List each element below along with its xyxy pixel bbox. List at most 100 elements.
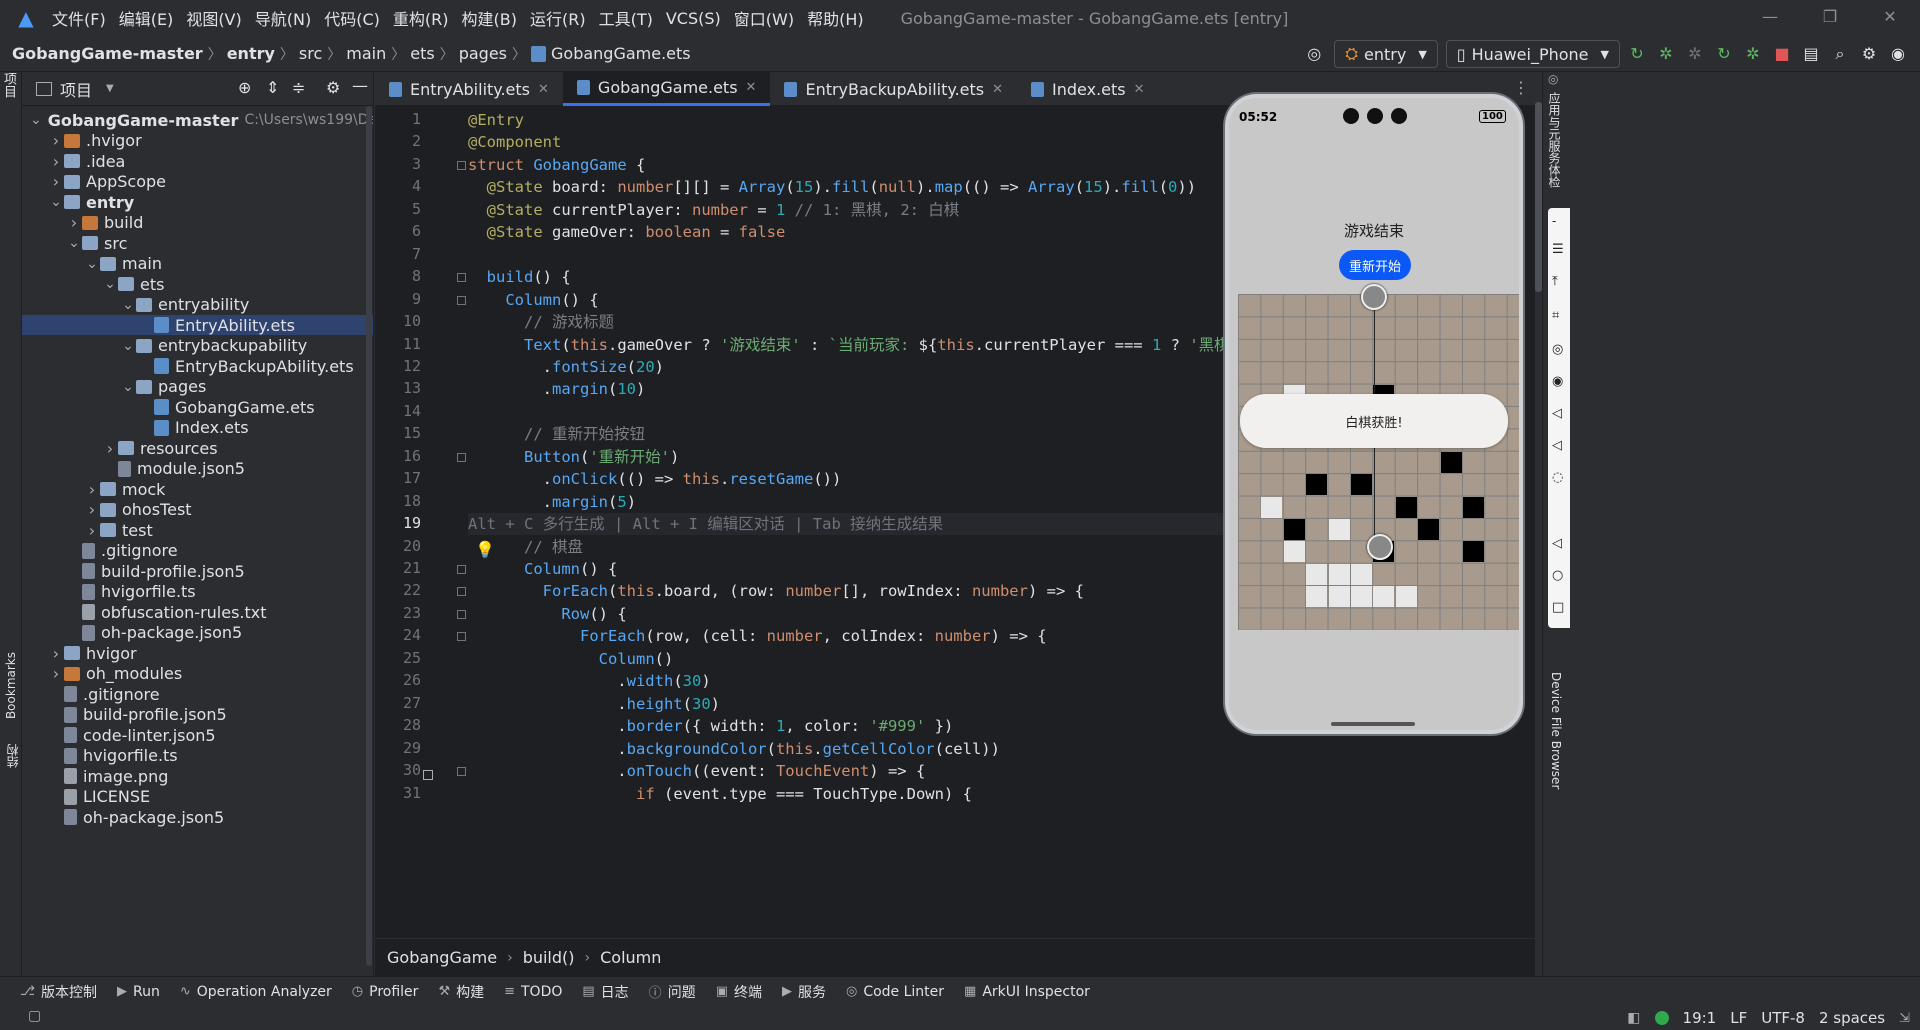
- tree-item[interactable]: code-linter.json5: [22, 725, 373, 745]
- structure-tool-button[interactable]: 结构: [4, 744, 20, 768]
- fold-marker-icon[interactable]: [457, 273, 466, 283]
- tree-item[interactable]: .gitignore: [22, 541, 373, 561]
- close-icon[interactable]: ✕: [1860, 0, 1920, 36]
- menu-item[interactable]: 运行(R): [530, 6, 586, 30]
- tool-window-button[interactable]: ∿ Operation Analyzer: [180, 984, 332, 1000]
- fold-marker-icon[interactable]: [457, 609, 466, 619]
- editor-tab[interactable]: EntryAbility.ets ✕: [375, 72, 563, 106]
- menu-item[interactable]: 导航(N): [255, 6, 311, 30]
- file-encoding[interactable]: UTF-8: [1761, 1009, 1805, 1027]
- device-file-browser-button[interactable]: Device File Browser: [1549, 672, 1563, 789]
- tree-item[interactable]: › build: [22, 213, 373, 233]
- menu-item[interactable]: 窗口(W): [734, 6, 794, 30]
- chevron-right-icon[interactable]: ›: [84, 521, 100, 540]
- tree-item[interactable]: build-profile.json5: [22, 561, 373, 581]
- close-tab-icon[interactable]: ✕: [538, 82, 549, 97]
- tool-window-button[interactable]: ⎇ 版本控制: [20, 982, 97, 1002]
- tree-item[interactable]: LICENSE: [22, 787, 373, 807]
- menu-item[interactable]: VCS(S): [666, 9, 721, 28]
- stop-icon[interactable]: ■: [1770, 42, 1794, 66]
- tree-item[interactable]: ⌄ entry: [22, 192, 373, 212]
- minimize-icon[interactable]: —: [1740, 0, 1800, 36]
- menu-icon[interactable]: ☰: [1552, 242, 1564, 257]
- chevron-down-icon[interactable]: ⌄: [66, 235, 82, 251]
- tool-window-button[interactable]: ⓘ 问题: [649, 982, 696, 1002]
- hide-panel-icon[interactable]: —: [352, 76, 368, 95]
- rerun-icon[interactable]: ↻: [1625, 42, 1649, 66]
- editor-breadcrumb-item[interactable]: build(): [523, 948, 575, 967]
- account-icon[interactable]: ◉: [1886, 42, 1910, 66]
- project-panel-title[interactable]: 项目: [60, 77, 92, 101]
- tree-item[interactable]: Index.ets: [22, 418, 373, 438]
- rotate-icon[interactable]: ◎: [1552, 342, 1563, 357]
- menu-item[interactable]: 视图(V): [186, 6, 241, 30]
- menu-item[interactable]: 文件(F): [52, 6, 106, 30]
- editor-tab[interactable]: EntryBackupAbility.ets ✕: [770, 72, 1017, 106]
- editor-tab[interactable]: GobangGame.ets ✕: [562, 72, 771, 106]
- apply-changes-icon[interactable]: ↻: [1712, 42, 1736, 66]
- tree-item[interactable]: ⌄ pages: [22, 377, 373, 397]
- drag-handle[interactable]: [1361, 284, 1387, 310]
- tree-item[interactable]: › mock: [22, 479, 373, 499]
- profile-icon[interactable]: ✲: [1741, 42, 1765, 66]
- attach-debugger-icon[interactable]: ✲: [1683, 42, 1707, 66]
- target-icon[interactable]: ◎: [1302, 42, 1326, 66]
- menu-item[interactable]: 工具(T): [599, 6, 653, 30]
- tree-item[interactable]: › AppScope: [22, 172, 373, 192]
- chevron-right-icon[interactable]: ›: [48, 131, 64, 150]
- breadcrumb-item[interactable]: entry: [227, 44, 275, 63]
- close-tab-icon[interactable]: ✕: [1134, 82, 1145, 97]
- tree-item[interactable]: › hvigor: [22, 643, 373, 663]
- tool-window-button[interactable]: ≡ TODO: [504, 984, 562, 1000]
- tree-item[interactable]: hvigorfile.ts: [22, 746, 373, 766]
- app-check-tool-button[interactable]: 应用与元服务体检: [1547, 92, 1563, 188]
- chevron-right-icon[interactable]: ›: [84, 480, 100, 499]
- tree-item[interactable]: › .idea: [22, 151, 373, 171]
- tree-item[interactable]: › ohosTest: [22, 500, 373, 520]
- tree-item[interactable]: ⌄ entryability: [22, 295, 373, 315]
- settings-gear-icon[interactable]: ⚙: [1857, 42, 1881, 66]
- breadcrumb-item[interactable]: pages: [459, 44, 507, 63]
- lightbulb-icon[interactable]: 💡: [475, 540, 495, 559]
- menu-item[interactable]: 重构(R): [393, 6, 449, 30]
- power-icon[interactable]: ◌: [1552, 470, 1563, 485]
- recents-icon[interactable]: □: [1552, 600, 1564, 615]
- module-select[interactable]: ⛭ entry ▼: [1334, 40, 1438, 68]
- tree-item[interactable]: EntryAbility.ets: [22, 315, 373, 335]
- menu-item[interactable]: 代码(C): [324, 6, 380, 30]
- readonly-icon[interactable]: ⇲: [1899, 1011, 1910, 1026]
- chevron-down-icon[interactable]: ▼: [106, 83, 114, 94]
- tree-item[interactable]: › oh_modules: [22, 664, 373, 684]
- device-manager-icon[interactable]: ▤: [1799, 42, 1823, 66]
- chevron-right-icon[interactable]: ›: [48, 172, 64, 191]
- chevron-down-icon[interactable]: ⌄: [30, 112, 42, 128]
- tree-item[interactable]: hvigorfile.ts: [22, 582, 373, 602]
- tree-item[interactable]: .gitignore: [22, 684, 373, 704]
- close-tab-icon[interactable]: ✕: [992, 82, 1003, 97]
- chevron-right-icon[interactable]: ›: [102, 439, 118, 458]
- right-stripe-icon[interactable]: ◎: [1548, 72, 1558, 86]
- fold-marker-icon[interactable]: [457, 160, 466, 170]
- chevron-down-icon[interactable]: ⌄: [120, 338, 136, 354]
- editor-breadcrumb-item[interactable]: Column: [600, 948, 661, 967]
- indent-setting[interactable]: 2 spaces: [1819, 1009, 1885, 1027]
- tree-item[interactable]: oh-package.json5: [22, 623, 373, 643]
- breadcrumb-item[interactable]: ets: [410, 44, 434, 63]
- tool-window-button[interactable]: ▶ 服务: [782, 982, 826, 1002]
- bookmarks-tool-button[interactable]: Bookmarks: [4, 652, 18, 719]
- crop-icon[interactable]: ⌗: [1552, 308, 1559, 323]
- fold-marker-icon[interactable]: [457, 767, 466, 777]
- fold-marker-icon[interactable]: [457, 565, 466, 574]
- locate-icon[interactable]: ⊕: [238, 78, 251, 97]
- editor-tab[interactable]: Index.ets ✕: [1017, 72, 1159, 106]
- minus-icon[interactable]: -: [1552, 214, 1556, 228]
- close-tab-icon[interactable]: ✕: [746, 80, 757, 95]
- layout-icon[interactable]: ▢: [28, 1008, 41, 1024]
- pin-top-icon[interactable]: ⤒: [1552, 274, 1558, 289]
- expand-all-icon[interactable]: ⇕: [266, 78, 279, 97]
- tool-window-button[interactable]: ▤ 日志: [582, 982, 628, 1002]
- tree-item[interactable]: image.png: [22, 766, 373, 786]
- fold-marker-icon[interactable]: [457, 295, 466, 305]
- tool-window-button[interactable]: ◎ Code Linter: [846, 984, 944, 1000]
- tool-window-button[interactable]: ⚒ 构建: [438, 982, 484, 1002]
